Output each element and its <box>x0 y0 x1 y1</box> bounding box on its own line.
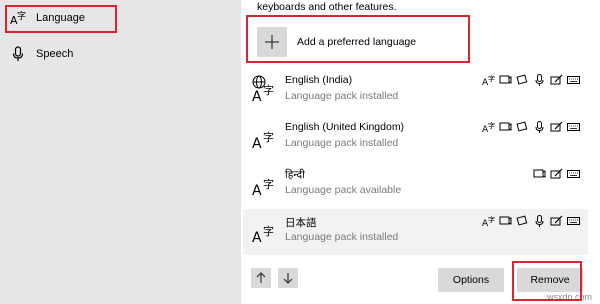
language-name: हिन्दी <box>285 169 305 181</box>
svg-text:字: 字 <box>263 83 274 97</box>
add-language-label: Add a preferred language <box>297 36 417 48</box>
main-content: keyboards and other features. Add a pref… <box>241 0 600 304</box>
svg-text:A: A <box>252 183 262 196</box>
language-name: English (United Kingdom) <box>285 121 405 133</box>
keyboard-icon <box>567 170 580 178</box>
speech-recognition-icon <box>535 215 544 227</box>
handwriting-pen-icon <box>550 74 563 85</box>
svg-text:A: A <box>252 136 262 149</box>
text-to-speech-icon <box>499 216 512 225</box>
display-language-icon: A字 <box>482 215 495 227</box>
sidebar-item-label: Language <box>36 12 85 24</box>
sidebar: A 字 Language Speech <box>0 0 241 304</box>
svg-text:字: 字 <box>488 121 495 130</box>
keyboard-icon <box>567 76 580 84</box>
language-row-japanese[interactable]: A 字 日本語 Language pack installed A字 <box>243 209 588 255</box>
feature-icons: A字 <box>482 215 580 227</box>
microphone-icon <box>12 46 24 61</box>
handwriting-pen-icon <box>550 121 563 132</box>
feature-icons: A字 <box>482 74 580 86</box>
remove-button[interactable]: Remove <box>517 268 583 292</box>
svg-text:字: 字 <box>263 224 274 238</box>
language-status: Language pack available <box>285 184 402 196</box>
handwriting-icon <box>516 215 528 226</box>
text-to-speech-icon <box>533 169 546 178</box>
language-name: English (India) <box>285 74 353 86</box>
svg-text:A: A <box>252 230 262 243</box>
intro-text: keyboards and other features. <box>257 1 397 13</box>
display-language-icon: A字 <box>482 121 495 133</box>
language-row-english-uk[interactable]: A 字 English (United Kingdom) Language pa… <box>243 115 588 161</box>
add-language-button[interactable]: Add a preferred language <box>251 22 461 62</box>
options-button[interactable]: Options <box>438 268 504 292</box>
arrow-down-icon <box>283 273 293 284</box>
language-icon: A 字 <box>252 130 274 149</box>
speech-recognition-icon <box>535 74 544 86</box>
keyboard-icon <box>567 123 580 131</box>
svg-text:字: 字 <box>263 177 274 191</box>
text-to-speech-icon <box>499 75 512 84</box>
svg-text:字: 字 <box>263 130 274 144</box>
arrow-up-icon <box>256 272 266 283</box>
watermark: wsxdn.com <box>546 292 592 302</box>
sidebar-item-language[interactable]: A 字 Language <box>0 0 241 36</box>
feature-icons <box>533 168 580 180</box>
speech-recognition-icon <box>535 121 544 133</box>
svg-text:A: A <box>252 89 262 102</box>
language-row-hindi[interactable]: A 字 हिन्दी Language pack available <box>243 162 588 208</box>
plus-icon <box>257 27 287 57</box>
move-down-button[interactable] <box>278 268 298 288</box>
handwriting-icon <box>516 121 528 132</box>
language-status: Language pack installed <box>285 137 399 149</box>
display-language-icon: A字 <box>482 74 495 86</box>
language-status: Language pack installed <box>285 231 399 243</box>
svg-text:字: 字 <box>488 215 495 224</box>
language-name: 日本語 <box>285 217 317 229</box>
handwriting-pen-icon <box>550 168 563 179</box>
text-to-speech-icon <box>499 122 512 131</box>
handwriting-pen-icon <box>550 215 563 226</box>
language-globe-icon: A 字 <box>252 75 274 102</box>
feature-icons: A字 <box>482 121 580 133</box>
keyboard-icon <box>567 217 580 225</box>
language-status: Language pack installed <box>285 90 399 102</box>
language-row-english-india[interactable]: A 字 English (India) Language pack instal… <box>243 68 588 114</box>
language-icon: A 字 <box>252 177 274 196</box>
language-icon: A 字 <box>252 224 274 243</box>
svg-text:字: 字 <box>488 74 495 83</box>
handwriting-icon <box>516 74 528 85</box>
sidebar-item-speech[interactable]: Speech <box>0 36 241 72</box>
move-up-button[interactable] <box>251 268 271 288</box>
sidebar-item-label: Speech <box>36 48 74 60</box>
language-icon: A 字 <box>10 10 26 26</box>
svg-text:字: 字 <box>17 10 26 22</box>
